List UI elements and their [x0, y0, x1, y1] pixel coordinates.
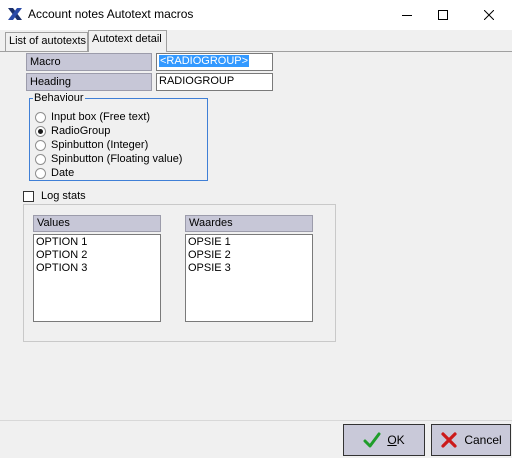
list-item[interactable]: OPTION 1	[36, 236, 160, 249]
close-icon	[484, 10, 494, 20]
radio-label: Spinbutton (Floating value)	[51, 153, 183, 165]
list-item[interactable]: OPTION 2	[36, 249, 160, 262]
tab-label: List of autotexts	[9, 35, 87, 47]
app-logo-icon	[8, 8, 22, 20]
tab-autotext-detail[interactable]: Autotext detail	[88, 30, 167, 52]
radio-label: RadioGroup	[51, 125, 111, 137]
radio-button[interactable]	[35, 139, 46, 151]
log-stats-label[interactable]: Log stats	[41, 190, 86, 202]
list-item[interactable]: OPSIE 2	[188, 249, 312, 262]
radio-date[interactable]: Date	[35, 166, 74, 180]
radio-spinbutton-floating[interactable]: Spinbutton (Floating value)	[35, 152, 182, 166]
macro-label: Macro	[26, 53, 152, 71]
waardes-header: Waardes	[185, 215, 313, 232]
radio-button[interactable]	[35, 111, 46, 123]
maximize-button[interactable]	[426, 0, 460, 30]
list-item[interactable]: OPTION 3	[36, 262, 160, 275]
bottom-separator	[0, 420, 512, 421]
heading-label: Heading	[26, 73, 152, 91]
ok-label: OK	[387, 433, 405, 447]
radio-radiogroup[interactable]: RadioGroup	[35, 124, 110, 138]
tab-label: Autotext detail	[92, 33, 162, 45]
ok-button[interactable]: OK	[343, 424, 425, 456]
checkmark-icon	[363, 432, 381, 448]
cancel-button[interactable]: Cancel	[431, 424, 511, 456]
tab-strip-border	[0, 51, 512, 52]
cancel-label: Cancel	[464, 433, 502, 447]
close-button[interactable]	[472, 0, 506, 30]
radio-label: Input box (Free text)	[51, 111, 151, 123]
behaviour-caption: Behaviour	[33, 92, 85, 104]
maximize-icon	[438, 10, 448, 20]
log-stats-checkbox[interactable]	[23, 191, 34, 202]
list-item[interactable]: OPSIE 1	[188, 236, 312, 249]
heading-field[interactable]: RADIOGROUP	[156, 73, 273, 91]
tab-list-of-autotexts[interactable]: List of autotexts	[5, 32, 88, 51]
radio-button[interactable]	[35, 153, 46, 165]
values-header: Values	[33, 215, 161, 232]
macro-value: <RADIOGROUP>	[159, 55, 250, 67]
radio-label: Spinbutton (Integer)	[51, 139, 149, 151]
window-title: Account notes Autotext macros	[28, 7, 194, 21]
waardes-list[interactable]: OPSIE 1 OPSIE 2 OPSIE 3	[185, 234, 313, 322]
radio-input-box[interactable]: Input box (Free text)	[35, 110, 150, 124]
list-item[interactable]: OPSIE 3	[188, 262, 312, 275]
values-list[interactable]: OPTION 1 OPTION 2 OPTION 3	[33, 234, 161, 322]
radio-label: Date	[51, 167, 75, 179]
cancel-x-icon	[441, 432, 457, 448]
macro-field[interactable]: <RADIOGROUP>	[156, 53, 273, 71]
radio-button[interactable]	[35, 125, 46, 137]
minimize-button[interactable]	[390, 0, 424, 30]
minimize-icon	[402, 15, 412, 16]
radio-button[interactable]	[35, 167, 46, 179]
radio-spinbutton-integer[interactable]: Spinbutton (Integer)	[35, 138, 148, 152]
